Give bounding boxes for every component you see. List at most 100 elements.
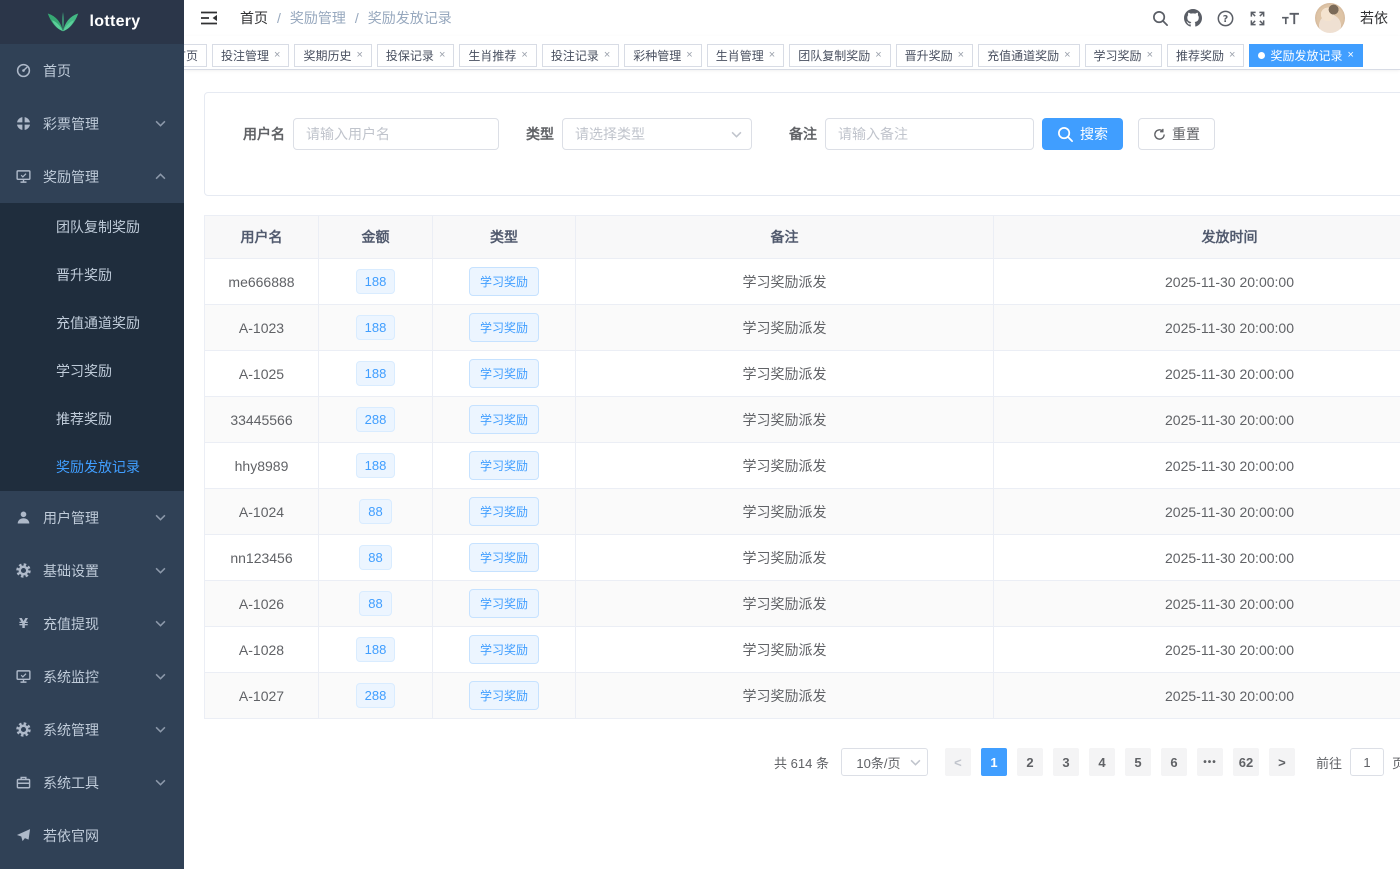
page-button-2[interactable]: 2 <box>1017 748 1043 776</box>
close-icon[interactable]: × <box>875 50 881 61</box>
breadcrumb-item[interactable]: 首页 <box>240 8 268 28</box>
app-title: lottery <box>90 13 141 31</box>
leaf-logo-icon <box>44 11 82 33</box>
table-row: nn12345688学习奖励学习奖励派发2025-11-30 20:00:00 <box>205 535 1400 581</box>
tab-label: 学习奖励 <box>1094 47 1142 64</box>
column-header-金额: 金额 <box>319 216 433 259</box>
chevron-down-icon <box>155 779 166 786</box>
close-icon[interactable]: × <box>356 50 362 61</box>
hamburger-icon[interactable] <box>200 10 218 26</box>
sidebar-subitem-奖励发放记录[interactable]: 奖励发放记录 <box>0 443 184 491</box>
tab-学习奖励[interactable]: 学习奖励 × <box>1085 44 1162 67</box>
cell-type: 学习奖励 <box>433 443 576 489</box>
monitor-icon <box>15 669 32 684</box>
username-input[interactable] <box>293 118 499 150</box>
username[interactable]: 若依 <box>1360 8 1388 28</box>
page-button-6[interactable]: 6 <box>1161 748 1187 776</box>
sidebar-item-label: 首页 <box>43 61 71 81</box>
page-button-3[interactable]: 3 <box>1053 748 1079 776</box>
lottery-icon <box>15 116 32 131</box>
type-select[interactable]: 请选择类型 <box>562 118 752 150</box>
tab-投注记录[interactable]: 投注记录× <box>542 44 619 67</box>
cell-type: 学习奖励 <box>433 535 576 581</box>
chevron-up-icon <box>155 173 166 180</box>
tab-充值通道奖励[interactable]: 充值通道奖励 × <box>978 44 1079 67</box>
page-size-select[interactable]: 10条/页 <box>841 748 928 776</box>
close-icon[interactable]: × <box>604 50 610 61</box>
close-icon[interactable]: × <box>1229 50 1235 61</box>
page-button-5[interactable]: 5 <box>1125 748 1151 776</box>
tab-首页[interactable]: 首页 <box>184 44 207 67</box>
page-button-1[interactable]: 1 <box>981 748 1007 776</box>
sidebar-item-奖励管理[interactable]: 奖励管理 <box>0 150 184 203</box>
tab-生肖管理[interactable]: 生肖管理× <box>707 44 784 67</box>
sidebar-item-系统管理[interactable]: 系统管理 <box>0 703 184 756</box>
column-header-备注: 备注 <box>576 216 994 259</box>
sidebar-item-彩票管理[interactable]: 彩票管理 <box>0 97 184 150</box>
avatar[interactable] <box>1315 3 1345 33</box>
page-button-62[interactable]: 62 <box>1233 748 1259 776</box>
sidebar-item-基础设置[interactable]: 基础设置 <box>0 544 184 597</box>
prev-page-button[interactable]: < <box>945 748 971 776</box>
close-icon[interactable]: × <box>1064 50 1070 61</box>
sidebar-subitem-团队复制奖励[interactable]: 团队复制奖励 <box>0 203 184 251</box>
sidebar-subitem-晋升奖励[interactable]: 晋升奖励 <box>0 251 184 299</box>
app-window: lottery 首页彩票管理奖励管理团队复制奖励晋升奖励充值通道奖励学习奖励推荐… <box>0 0 1400 869</box>
close-icon[interactable]: × <box>769 50 775 61</box>
cell-amount: 188 <box>319 627 433 673</box>
svg-text:¥: ¥ <box>19 617 28 631</box>
table-row: A-1028188学习奖励学习奖励派发2025-11-30 20:00:00 <box>205 627 1400 673</box>
tab-奖励发放记录[interactable]: 奖励发放记录× <box>1249 44 1362 67</box>
cell-amount: 288 <box>319 673 433 719</box>
tab-投保记录[interactable]: 投保记录× <box>377 44 454 67</box>
remark-input[interactable] <box>825 118 1034 150</box>
tab-推荐奖励[interactable]: 推荐奖励× <box>1167 44 1244 67</box>
goto-page-input[interactable] <box>1350 748 1384 776</box>
sidebar-subitem-学习奖励[interactable]: 学习奖励 <box>0 347 184 395</box>
sidebar-item-首页[interactable]: 首页 <box>0 44 184 97</box>
tab-彩种管理[interactable]: 彩种管理× <box>624 44 701 67</box>
sidebar-item-系统工具[interactable]: 系统工具 <box>0 756 184 809</box>
page-button-4[interactable]: 4 <box>1089 748 1115 776</box>
search-button[interactable]: 搜索 <box>1042 118 1123 150</box>
tab-奖期历史[interactable]: 奖期历史× <box>294 44 371 67</box>
sidebar-subitem-充值通道奖励[interactable]: 充值通道奖励 <box>0 299 184 347</box>
reset-button[interactable]: 重置 <box>1138 118 1215 150</box>
navbar-right: ? 若依 <box>1152 3 1388 33</box>
more-pages-button[interactable]: ••• <box>1197 748 1223 776</box>
tab-团队复制奖励[interactable]: 团队复制奖励× <box>789 44 890 67</box>
close-icon[interactable]: × <box>521 50 527 61</box>
sidebar-item-充值提现[interactable]: ¥充值提现 <box>0 597 184 650</box>
question-icon[interactable]: ? <box>1217 10 1234 27</box>
tab-生肖推荐[interactable]: 生肖推荐× <box>459 44 536 67</box>
pagination-total: 共 614 条 <box>774 753 829 772</box>
app-logo[interactable]: lottery <box>0 0 184 44</box>
cell-remark: 学习奖励派发 <box>576 581 994 627</box>
next-page-button[interactable]: > <box>1269 748 1295 776</box>
close-icon[interactable]: × <box>439 50 445 61</box>
sidebar-item-label: 用户管理 <box>43 508 99 528</box>
close-icon[interactable]: × <box>686 50 692 61</box>
amount-badge: 88 <box>359 545 391 570</box>
table-row: A-1023188学习奖励学习奖励派发2025-11-30 20:00:00 <box>205 305 1400 351</box>
tab-label: 充值通道奖励 <box>987 47 1059 64</box>
fullscreen-icon[interactable] <box>1249 10 1266 27</box>
close-icon[interactable]: × <box>274 50 280 61</box>
breadcrumb-item: 奖励发放记录 <box>368 8 452 28</box>
sidebar-item-用户管理[interactable]: 用户管理 <box>0 491 184 544</box>
github-icon[interactable] <box>1184 9 1202 27</box>
close-icon[interactable]: × <box>1147 50 1153 61</box>
sidebar-item-系统监控[interactable]: 系统监控 <box>0 650 184 703</box>
cell-time: 2025-11-30 20:00:00 <box>994 581 1400 627</box>
tab-晋升奖励[interactable]: 晋升奖励× <box>896 44 973 67</box>
tab-投注管理[interactable]: 投注管理× <box>212 44 289 67</box>
sidebar-subitem-推荐奖励[interactable]: 推荐奖励 <box>0 395 184 443</box>
close-icon[interactable]: × <box>958 50 964 61</box>
search-icon[interactable] <box>1152 10 1169 27</box>
username-label: 用户名 <box>243 124 285 144</box>
font-size-icon[interactable] <box>1281 11 1300 26</box>
cell-remark: 学习奖励派发 <box>576 489 994 535</box>
sidebar-item-若依官网[interactable]: 若依官网 <box>0 809 184 862</box>
close-icon[interactable]: × <box>1347 50 1353 61</box>
refresh-icon <box>1153 128 1166 141</box>
